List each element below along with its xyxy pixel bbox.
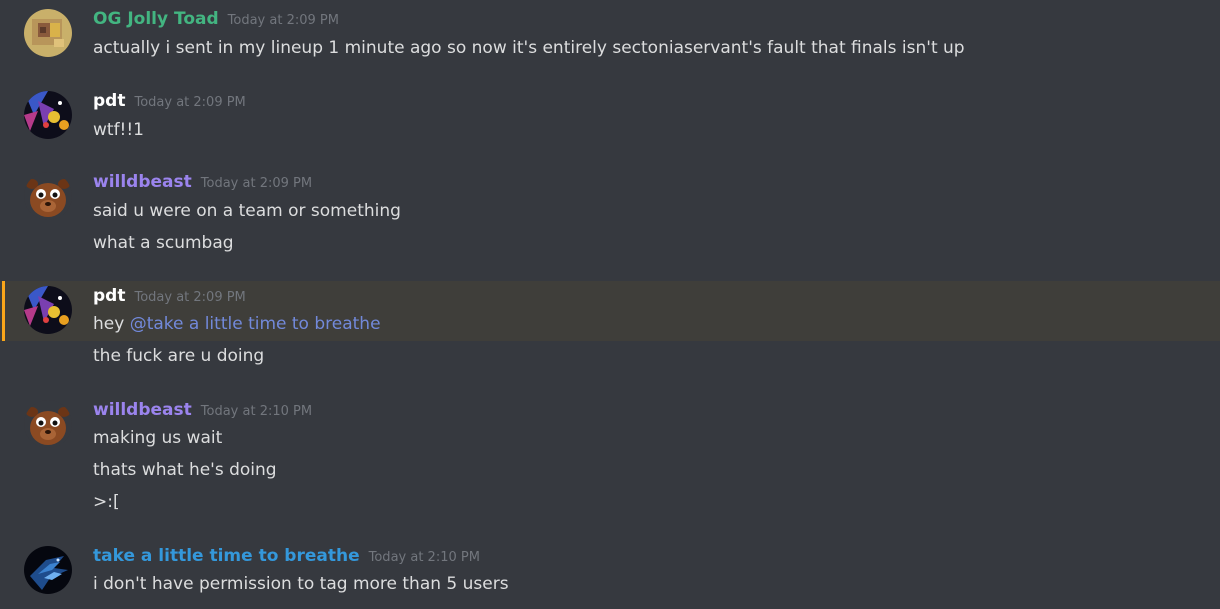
timestamp: Today at 2:09 PM — [227, 13, 339, 28]
message-group: OG Jolly Toad Today at 2:09 PM actually i… — [0, 0, 1220, 80]
message-text: hey @take a little time to breathe — [93, 314, 381, 334]
colorful-space-avatar-icon — [24, 286, 72, 334]
brown-beast-avatar-icon — [24, 172, 72, 220]
chat-message-list: OG Jolly Toad Today at 2:09 PM actually i… — [0, 0, 1220, 609]
message-group-mentioned: pdt Today at 2:09 PM hey @take a little t… — [0, 281, 1220, 341]
timestamp: Today at 2:10 PM — [200, 404, 313, 419]
message-text: what a scumbag — [93, 233, 234, 253]
user-mention[interactable]: @take a little time to breathe — [130, 314, 381, 334]
message-text: wtf!!1 — [93, 120, 144, 140]
timestamp: Today at 2:09 PM — [134, 290, 246, 305]
username[interactable]: take a little time to breathe — [93, 546, 360, 566]
username[interactable]: pdt — [93, 286, 125, 306]
message-text: >:[ — [93, 492, 120, 512]
username[interactable]: willdbeast — [93, 172, 192, 192]
message-text: said u were on a team or something — [93, 201, 401, 221]
message-text: the fuck are u doing — [93, 346, 265, 366]
avatar[interactable] — [24, 172, 72, 220]
username[interactable]: willdbeast — [93, 400, 192, 420]
message-group: willdbeast Today at 2:09 PM said u were o… — [0, 163, 1220, 275]
message-text-prefix: hey — [93, 314, 130, 334]
message-text: thats what he's doing — [93, 460, 277, 480]
message-group: willdbeast Today at 2:10 PM making us wai… — [0, 391, 1220, 531]
avatar[interactable] — [24, 286, 72, 334]
username[interactable]: pdt — [93, 91, 125, 111]
timestamp: Today at 2:09 PM — [134, 95, 246, 110]
message-text: i don't have permission to tag more than… — [93, 574, 509, 594]
username[interactable]: OG Jolly Toad — [93, 9, 219, 29]
avatar[interactable] — [24, 400, 72, 448]
colorful-space-avatar-icon — [24, 91, 72, 139]
avatar[interactable] — [24, 9, 72, 57]
avatar[interactable] — [24, 91, 72, 139]
message-text: actually i sent in my lineup 1 minute ag… — [93, 38, 965, 58]
blurred-toad-avatar-icon — [24, 9, 72, 57]
timestamp: Today at 2:10 PM — [368, 550, 480, 565]
avatar[interactable] — [24, 546, 72, 594]
message-text: making us wait — [93, 428, 223, 448]
message-group: pdt Today at 2:09 PM wtf!!1 — [0, 82, 1220, 162]
message-group: take a little time to breathe Today at 2:… — [0, 537, 1220, 609]
brown-beast-avatar-icon — [24, 400, 72, 448]
blue-dragon-avatar-icon — [24, 546, 72, 594]
timestamp: Today at 2:09 PM — [200, 176, 313, 191]
